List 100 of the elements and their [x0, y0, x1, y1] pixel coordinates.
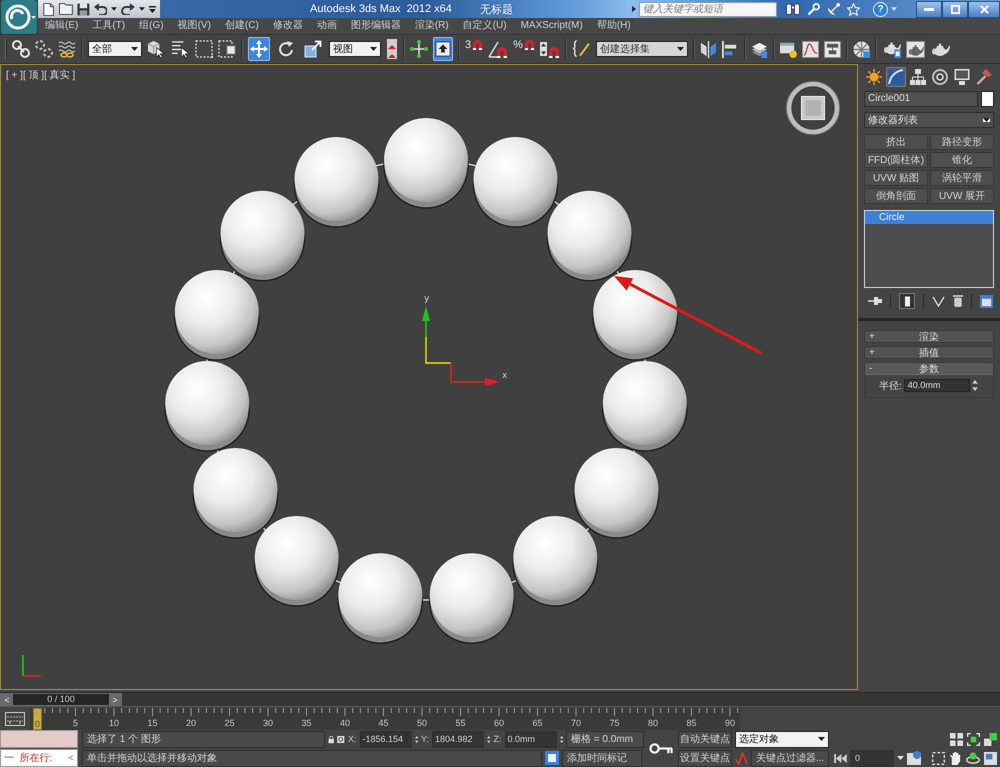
set-key-button[interactable]: 设置关键点 [678, 750, 732, 766]
minimize-button[interactable] [916, 0, 942, 18]
caret-icon[interactable] [676, 47, 684, 51]
reference-coordinate-dropdown[interactable]: 视图 [329, 41, 381, 57]
number-field[interactable]: 40.0mm [904, 379, 970, 392]
redo-icon[interactable] [121, 3, 136, 15]
menu-item[interactable]: 组(G) [132, 18, 171, 34]
time-slider-thumb[interactable]: < 0 / 100 > [0, 693, 122, 706]
menu-item[interactable]: 帮助(H) [590, 18, 638, 34]
frame-field[interactable]: 0 [850, 750, 894, 766]
brace-pencil-icon[interactable] [572, 40, 591, 58]
add-time-tag[interactable]: 添加时间标记 [562, 750, 642, 766]
arrow-button[interactable]: < [68, 752, 74, 764]
folder-icon[interactable] [58, 3, 73, 15]
percent-snap-toggle[interactable]: % [513, 39, 535, 59]
dashed-frame-icon[interactable] [932, 752, 945, 764]
square-tile-icon[interactable] [545, 751, 559, 765]
menu-item[interactable]: 渲染(R) [408, 18, 456, 34]
skip-back-icon[interactable] [834, 754, 847, 762]
key-icon[interactable] [649, 743, 673, 754]
trash-icon[interactable] [953, 295, 963, 307]
cube-cursor-icon[interactable] [147, 40, 166, 58]
dashed-lines-window-icon[interactable] [5, 712, 25, 726]
key-mode-dropdown[interactable]: 选定对象 [735, 730, 829, 748]
coordinate-field[interactable]: 1804.982 [432, 730, 484, 748]
spoked-circle-icon[interactable] [852, 40, 870, 58]
teapot-document-icon[interactable] [882, 40, 901, 58]
current-frame-marker[interactable]: 0 [33, 708, 42, 730]
menu-item[interactable]: 创建(C) [218, 18, 266, 34]
panel-tab[interactable] [864, 67, 884, 87]
mirror-icon[interactable] [700, 40, 717, 58]
window-corner-icon[interactable] [984, 752, 997, 764]
customize-caret-icon[interactable] [149, 6, 156, 12]
orbit-icon[interactable] [966, 752, 980, 764]
modifier-button[interactable]: 锥化 [930, 152, 994, 168]
close-button[interactable] [968, 0, 1000, 18]
graph-window-icon[interactable] [802, 40, 819, 58]
keyboard-override-button[interactable] [433, 37, 453, 61]
modifier-button[interactable]: UVW 展开 [930, 188, 994, 204]
menu-item[interactable]: 图形编辑器 [344, 18, 408, 34]
modifier-stack[interactable]: Circle [864, 210, 994, 288]
caret-icon[interactable] [897, 756, 904, 760]
panel-tab[interactable] [886, 67, 906, 87]
object-name-field[interactable]: Circle001 [864, 91, 978, 107]
quad-squares-icon[interactable] [950, 732, 963, 746]
crosshair-dots-icon[interactable] [410, 40, 428, 58]
caret-icon[interactable] [111, 7, 118, 11]
auto-key-button[interactable]: 自动关键点 [678, 730, 732, 748]
dashed-rectangle-icon[interactable] [195, 40, 213, 58]
menu-item[interactable]: 修改器 [266, 18, 310, 34]
viewport-label[interactable]: [ + ][ 顶 ][ 真实 ] [6, 68, 76, 82]
modifier-button[interactable]: 路径变形 [930, 134, 994, 150]
key-filters-button[interactable]: 关键点过滤器... [751, 750, 829, 766]
coordinate-field[interactable]: 0.0mm [504, 730, 557, 748]
search-field[interactable]: 键入关键字或短语 [639, 2, 777, 16]
modifier-list-dropdown[interactable]: 修改器列表 [864, 112, 994, 128]
overlapping-squares-icon[interactable] [984, 732, 997, 746]
modifier-button[interactable]: 挤出 [864, 134, 928, 150]
coordinate-field[interactable]: -1856.154 [360, 730, 412, 748]
spinner-magnet-icon[interactable] [540, 40, 560, 58]
menu-item[interactable]: MAXScript(M) [514, 18, 590, 34]
wrench-icon[interactable] [807, 2, 820, 16]
caret-right-icon[interactable] [632, 6, 636, 12]
modifier-button[interactable]: FFD(圆柱体) [864, 152, 928, 168]
swirl-logo-icon[interactable] [1, 0, 37, 34]
list-cursor-icon[interactable] [171, 40, 190, 58]
star-icon[interactable] [847, 2, 860, 16]
maximize-button[interactable] [942, 0, 968, 18]
menu-item[interactable]: 自定义(U) [456, 18, 514, 34]
broken-chain-icon[interactable] [35, 40, 53, 58]
view-cube-icon[interactable] [786, 81, 840, 135]
hand-icon[interactable] [949, 752, 962, 764]
help-button[interactable]: ? [873, 2, 888, 16]
box-corners-icon[interactable] [967, 732, 980, 746]
y-axis-arrow[interactable] [422, 306, 430, 337]
satellite-dish-icon[interactable] [827, 2, 840, 16]
chain-icon[interactable] [12, 40, 30, 58]
modifier-button[interactable]: 涡轮平滑 [930, 170, 994, 186]
dashed-square-icon[interactable] [218, 40, 236, 58]
snaps-toggle[interactable]: 3 [465, 39, 484, 59]
undo-icon[interactable] [94, 3, 108, 15]
selection-filter-dropdown[interactable]: 全部 [88, 41, 142, 57]
named-selection-field[interactable]: 创建选择集 [596, 41, 688, 57]
window-bulb-icon[interactable] [780, 40, 797, 58]
rollout-header[interactable]: + 渲染 [864, 330, 994, 343]
v-shape-icon[interactable] [932, 296, 945, 306]
listener-input-field[interactable] [0, 730, 78, 748]
wave-chain-icon[interactable] [58, 40, 76, 58]
spinner-arrows-icon[interactable] [972, 379, 978, 392]
angle-magnet-icon[interactable] [488, 40, 508, 58]
window-tile-icon[interactable] [980, 294, 993, 308]
pin-icon[interactable] [868, 297, 882, 305]
binoculars-icon[interactable] [786, 3, 800, 15]
menu-item[interactable]: 动画 [310, 18, 344, 34]
panel-tab[interactable] [974, 67, 994, 87]
stack-item[interactable]: Circle [865, 211, 993, 224]
modifier-button[interactable]: UVW 贴图 [864, 170, 928, 186]
show-end-result-button[interactable] [899, 293, 915, 309]
menu-item[interactable]: 工具(T) [85, 18, 132, 34]
teapot-window-icon[interactable] [906, 40, 925, 58]
